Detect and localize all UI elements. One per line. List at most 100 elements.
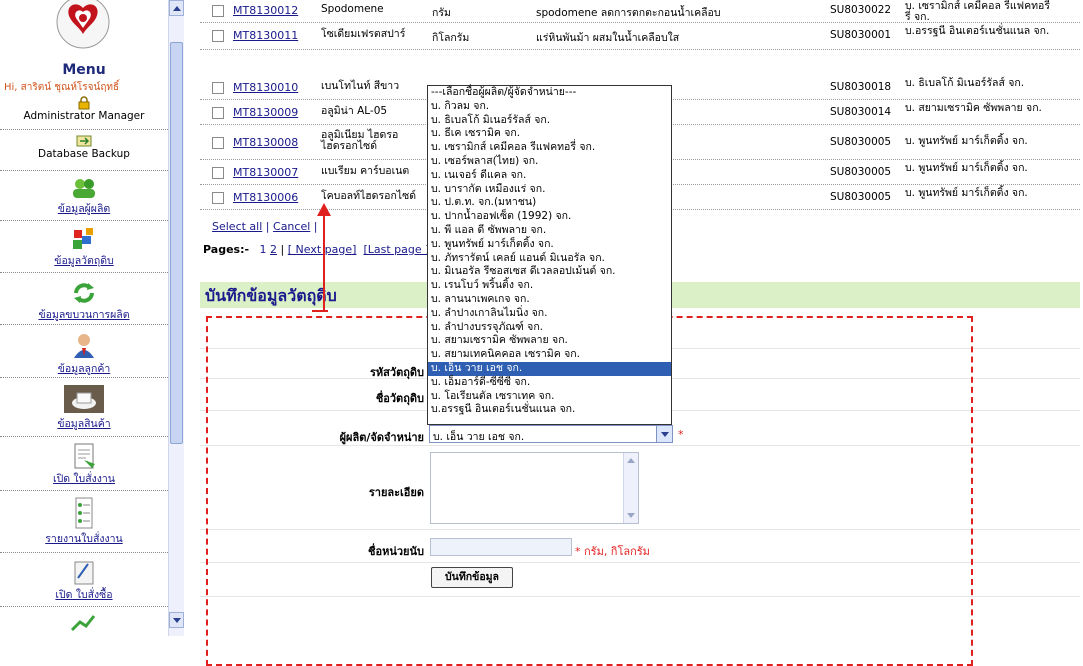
sidebar-item-order-report[interactable]: รายงานใบสั่งงาน	[0, 496, 168, 547]
dropdown-option[interactable]: บ. สยามเทคนิคคอล เซรามิค จก.	[428, 348, 671, 362]
supplier-name: บ.อรรฐนี อินเตอร์เนชั่นแนล จก.	[905, 25, 1050, 37]
dropdown-option[interactable]: บ. เอ็น วาย เอช จก.	[428, 361, 671, 376]
divider	[0, 490, 168, 491]
sidebar-scrollbar[interactable]	[168, 0, 184, 636]
row-checkbox[interactable]	[212, 107, 224, 119]
material-description: แร่หินพันม้า ผสมในน้ำเคลือบใส	[536, 32, 680, 44]
lock-icon	[78, 96, 90, 110]
sidebar-item-open-order[interactable]: เปิด ใบสั่งงาน	[0, 442, 168, 487]
material-code-link[interactable]: MT8130006	[233, 191, 298, 204]
scroll-thumb[interactable]	[170, 42, 183, 444]
material-unit: กิโลกรัม	[432, 32, 470, 44]
material-code-link[interactable]: MT8130007	[233, 166, 298, 179]
supplier-name: บ. พูนทรัพย์ มาร์เก็ตติ้ง จก.	[905, 187, 1028, 199]
divider	[0, 377, 168, 378]
dropdown-option[interactable]: บ.อรรฐนี อินเตอร์เนชั่นแนล จก.	[428, 403, 671, 417]
row-checkbox[interactable]	[212, 30, 224, 42]
dropdown-option[interactable]: ---เลือกชื่อผู้ผลิต/ผู้จัดจำหน่าย---	[428, 86, 671, 100]
separator: |	[280, 243, 285, 256]
sidebar-item-label: เปิด ใบสั่งซื้อ	[55, 589, 113, 601]
cancel-link[interactable]: Cancel	[273, 220, 310, 233]
material-name: โคบอลท์ไฮดรอกไซด์	[321, 190, 417, 202]
dropdown-option[interactable]: บ. เอ็มอาร์ดี-ซีซีซี จก.	[428, 376, 671, 390]
sidebar-item-backup[interactable]: Database Backup	[0, 134, 168, 160]
page-2-link[interactable]: 2	[270, 243, 277, 256]
sidebar-item-admin[interactable]: Administrator Manager	[0, 96, 168, 122]
dropdown-option[interactable]: บ. เซรามิกส์ เคมีคอล รีแฟคทอรี่ จก.	[428, 141, 671, 155]
sidebar-item-label: ข้อมูลสินค้า	[57, 418, 111, 430]
dropdown-option[interactable]: บ. พี แอล ดี ซัพพลาย จก.	[428, 224, 671, 238]
product-icon	[64, 385, 104, 413]
row-checkbox[interactable]	[212, 167, 224, 179]
section-title: บันทึกข้อมูลวัตถุดิบ	[205, 286, 337, 305]
dropdown-option[interactable]: บ. ปากน้ำออฟเซ็ต (1992) จก.	[428, 210, 671, 224]
dropdown-option[interactable]: บ. โอเรียนตัล เซราเทค จก.	[428, 390, 671, 404]
dropdown-option[interactable]: บ. ธีเค เซรามิค จก.	[428, 127, 671, 141]
sidebar: Menu Hi, สาริตน์ ชุณห์โรจน์ฤทธิ์ Adminis…	[0, 0, 168, 650]
database-icon	[76, 135, 92, 147]
material-code-link[interactable]: MT8130008	[233, 136, 298, 149]
material-name: แบเรียม คาร์บอเนต	[321, 165, 410, 177]
supplier-name: บ. ธิเบลโก้ มิเนอร์รัลส์ จก.	[905, 77, 1025, 89]
dropdown-option[interactable]: บ. ลำปางเกาลินไมนิ่ง จก.	[428, 307, 671, 321]
sidebar-item-label: Administrator Manager	[23, 110, 145, 122]
material-name: อลูมิน่า AL-05	[321, 105, 388, 117]
dropdown-option[interactable]: บ. ภัทรารัตน์ เคลย์ แอนด์ มิเนอรัล จก.	[428, 252, 671, 266]
dropdown-option[interactable]: บ. ลำปางบรรจุภัณฑ์ จก.	[428, 321, 671, 335]
sidebar-item-purchase-order[interactable]: เปิด ใบสั่งซื้อ	[0, 558, 168, 603]
material-description: spodomene ลดการตกตะกอนน้ำเคลือบ	[536, 7, 721, 19]
dropdown-option[interactable]: บ. เรนโบว์ พริ้นติ้ง จก.	[428, 279, 671, 293]
annotation-arrowhead	[317, 203, 331, 216]
sidebar-item-production[interactable]: ข้อมูลขบวนการผลิต	[0, 280, 168, 323]
dropdown-option[interactable]: บ. บารากัต เหมืองแร่ จก.	[428, 183, 671, 197]
supplier-name: บ. พูนทรัพย์ มาร์เก็ตติ้ง จก.	[905, 162, 1028, 174]
row-checkbox[interactable]	[212, 137, 224, 149]
material-code-link[interactable]: MT8130011	[233, 29, 298, 42]
table-row[interactable]: MT8130011 โซเดียมเฟรตสปาร์ กิโลกรัม แร่ห…	[200, 23, 1080, 50]
materials-icon	[73, 228, 93, 249]
material-name: อลูมิเนียม ไฮดรอ ไฮดรอกไซด์	[321, 129, 399, 152]
select-all-link[interactable]: Select all	[212, 220, 262, 233]
dropdown-option[interactable]: บ. เซอร์พลาส(ไทย) จก.	[428, 155, 671, 169]
material-code-link[interactable]: MT8130009	[233, 106, 298, 119]
chevron-down-icon	[173, 618, 181, 623]
dropdown-option[interactable]: บ. เนเจอร์ ดีแคล จก.	[428, 169, 671, 183]
last-page-link[interactable]: [Last page ]	[363, 243, 429, 256]
supplier-name: บ. สยามเซรามิค ซัพพลาย จก.	[905, 102, 1042, 114]
dropdown-option[interactable]: บ. ป.ต.ท. จก.(มหาชน)	[428, 196, 671, 210]
sidebar-item-products[interactable]: ข้อมูลสินค้า	[0, 383, 168, 432]
row-checkbox[interactable]	[212, 5, 224, 17]
sidebar-item-materials[interactable]: ข้อมูลวัตถุดิบ	[0, 226, 168, 269]
company-logo	[56, 0, 110, 49]
dropdown-option[interactable]: บ. กิวลม จก.	[428, 100, 671, 114]
supplier-code: SU8030005	[830, 191, 892, 203]
annotation-arrow	[323, 214, 325, 311]
supplier-name: บ. เซรามิกส์ เคมีคอล รีแฟคทอรี่ รี่ จก.	[905, 0, 1050, 23]
divider	[0, 436, 168, 437]
scroll-down-button[interactable]	[169, 612, 184, 628]
material-name: เบนโทไนท์ สีขาว	[321, 80, 400, 92]
table-row[interactable]: MT8130012 Spodomene กรัม spodomene ลดการ…	[200, 0, 1080, 23]
dropdown-option[interactable]: บ. ลานนาเพคเกจ จก.	[428, 293, 671, 307]
customer-icon	[74, 334, 94, 358]
chart-icon	[70, 615, 96, 632]
dropdown-option[interactable]: บ. ธิเบลโก้ มิเนอร์รัลส์ จก.	[428, 114, 671, 128]
material-code-link[interactable]: MT8130012	[233, 4, 298, 17]
dropdown-option[interactable]: บ. พูนทรัพย์ มาร์เก็ตติ้ง จก.	[428, 238, 671, 252]
material-code-link[interactable]: MT8130010	[233, 81, 298, 94]
scroll-up-button[interactable]	[169, 0, 184, 16]
sidebar-item-label: ข้อมูลวัตถุดิบ	[54, 255, 114, 267]
selection-links: Select all | Cancel |	[212, 220, 318, 233]
supplier-code: SU8030005	[830, 166, 892, 178]
row-checkbox[interactable]	[212, 82, 224, 94]
pagination: Pages:- 1 2 | [ Next page] [Last page ]	[203, 243, 429, 256]
sidebar-item-customers[interactable]: ข้อมูลลูกค้า	[0, 332, 168, 377]
pages-label: Pages:-	[203, 243, 250, 256]
dropdown-option[interactable]: บ. มิเนอรัล รีซอสเซส ดีเวลลอปเม้นต์ จก.	[428, 265, 671, 279]
supplier-dropdown-list[interactable]: ---เลือกชื่อผู้ผลิต/ผู้จัดจำหน่าย--- บ. ก…	[427, 85, 672, 425]
dropdown-option[interactable]: บ. สยามเซรามิค ซัพพลาย จก.	[428, 334, 671, 348]
divider	[0, 324, 168, 325]
row-checkbox[interactable]	[212, 192, 224, 204]
sidebar-item-manufacturers[interactable]: ข้อมูลผู้ผลิต	[0, 176, 168, 217]
material-unit: กรัม	[432, 7, 451, 19]
